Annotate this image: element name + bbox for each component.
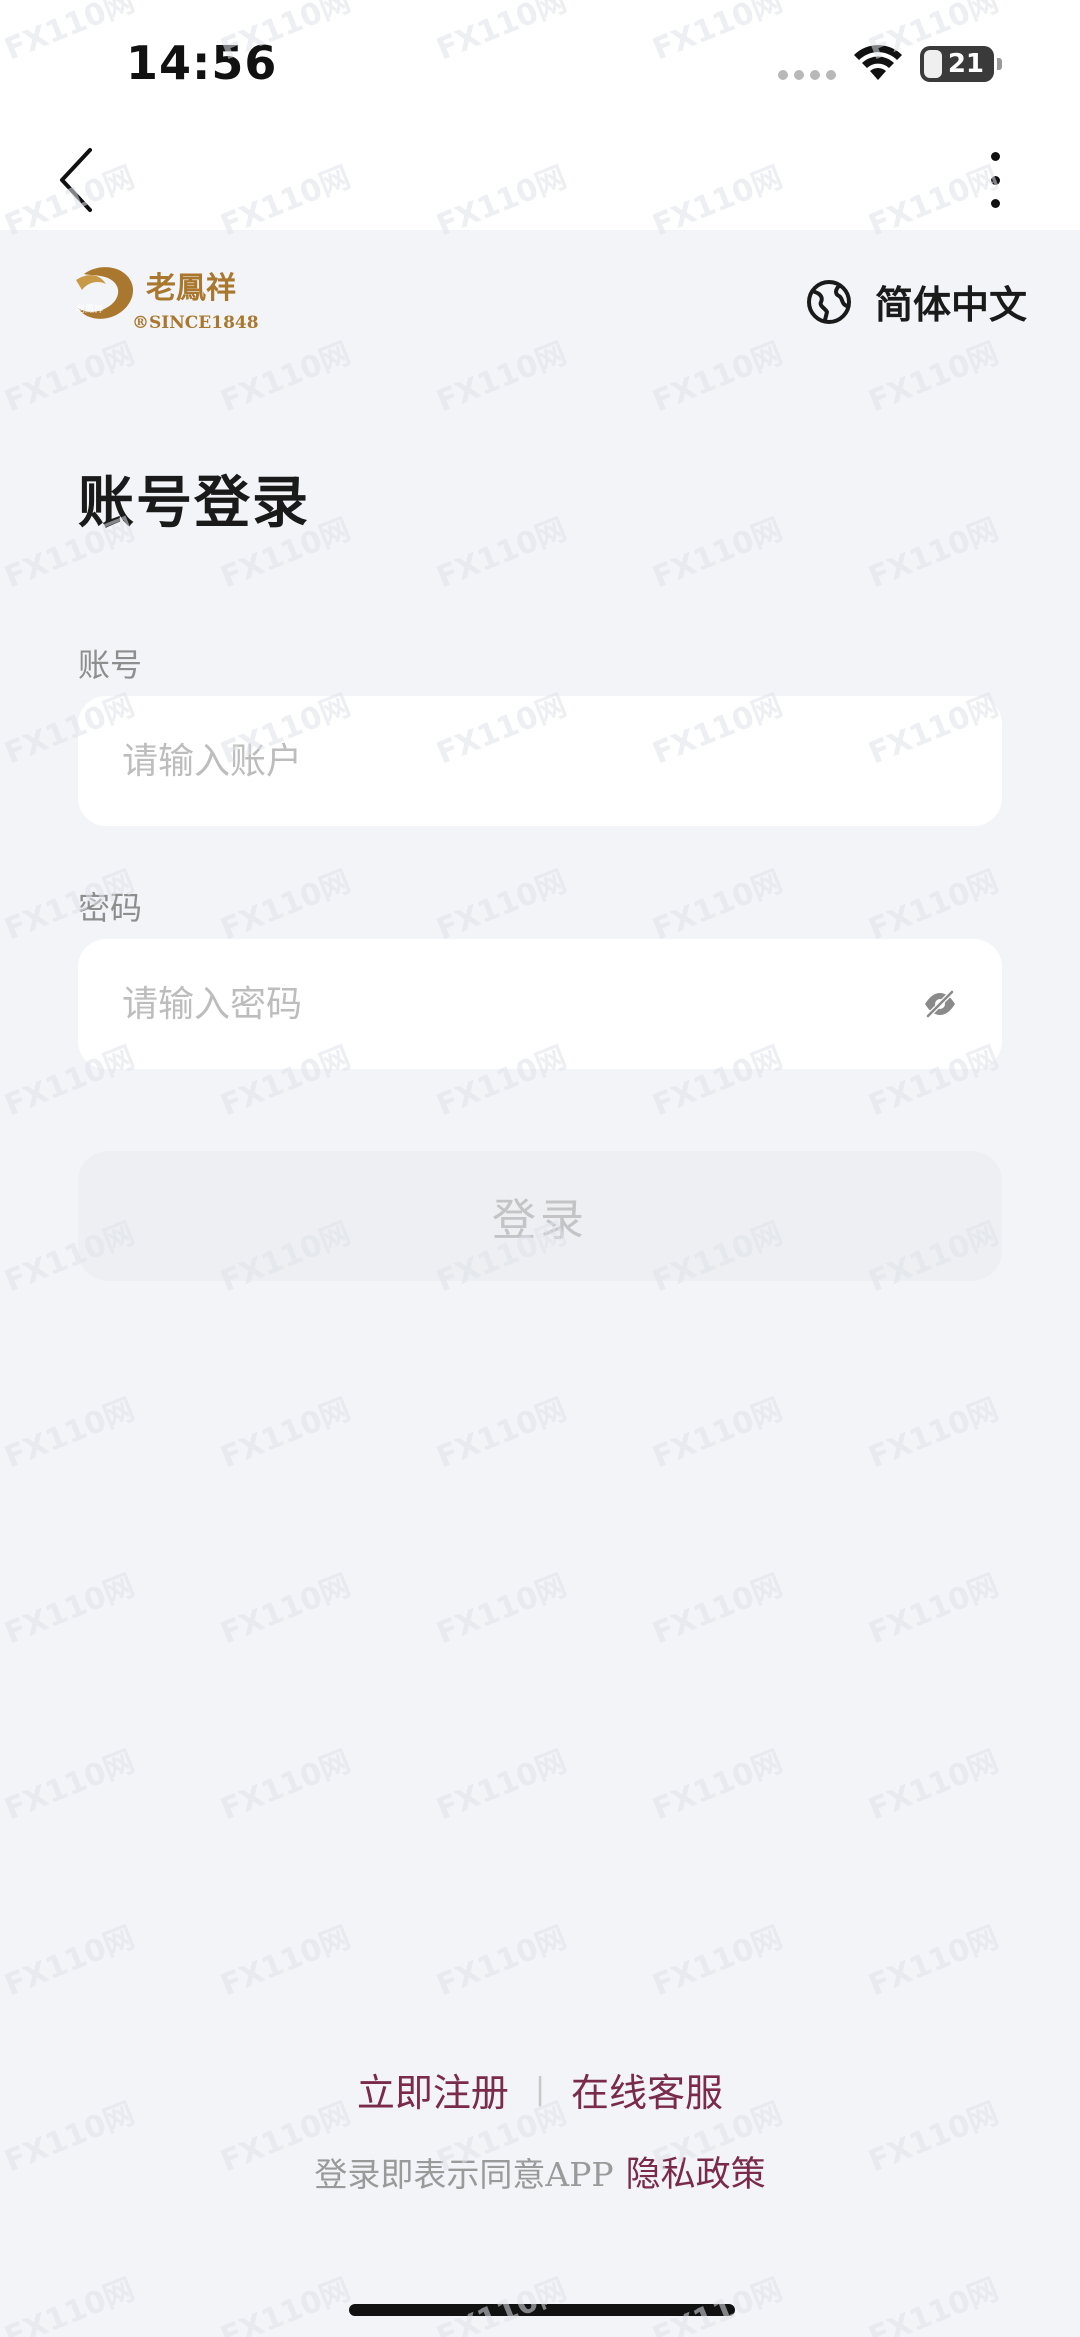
brand-logo: 老鳳祥 老鳳祥 ®SINCE1848 [76, 267, 259, 333]
logo-since-text: ®SINCE1848 [132, 313, 259, 333]
more-options-button[interactable] [975, 144, 1015, 216]
watermark-text: FX110网 [216, 2272, 355, 2337]
watermark-text: FX110网 [216, 336, 355, 419]
password-input[interactable] [122, 939, 902, 1069]
watermark-text: FX110网 [432, 864, 571, 947]
account-label: 账号 [78, 646, 143, 684]
watermark-text: FX110网 [648, 1920, 787, 2003]
password-field-container [78, 939, 1002, 1069]
watermark-text: FX110网 [864, 1920, 1003, 2003]
page-title: 账号登录 [78, 471, 310, 536]
customer-service-link[interactable]: 在线客服 [571, 2062, 723, 2117]
watermark-text: FX110网 [216, 1568, 355, 1651]
watermark-text: FX110网 [648, 864, 787, 947]
logo-stamp-text: 老鳳祥 [76, 303, 103, 315]
privacy-policy-link[interactable]: 隐私政策 [626, 2146, 766, 2197]
watermark-text: FX110网 [432, 1568, 571, 1651]
eye-off-icon[interactable] [922, 986, 958, 1022]
watermark-text: FX110网 [0, 1744, 139, 1827]
watermark-text: FX110网 [864, 2272, 1003, 2337]
watermark-text: FX110网 [216, 1744, 355, 1827]
password-label: 密码 [78, 889, 143, 927]
login-button[interactable]: 登录 [78, 1151, 1002, 1281]
agreement-text: 登录即表示同意APP [314, 2154, 614, 2194]
login-button-label: 登录 [492, 1196, 588, 1245]
watermark-text: FX110网 [0, 336, 139, 419]
footer-links: 立即注册 | 在线客服 [0, 2062, 1080, 2117]
watermark-text: FX110网 [0, 1392, 139, 1475]
watermark-text: FX110网 [216, 1920, 355, 2003]
watermark-text: FX110网 [0, 1920, 139, 2003]
watermark-text: FX110网 [648, 512, 787, 595]
cellular-signal-icon [778, 70, 836, 80]
language-selector[interactable]: 简体中文 [805, 274, 1027, 329]
globe-icon [807, 279, 851, 324]
watermark-text: FX110网 [864, 1744, 1003, 1827]
battery-icon: 21 [920, 46, 1002, 82]
status-bar: 14:56 21 [0, 0, 1080, 130]
watermark-text: FX110网 [0, 2272, 139, 2337]
footer-separator: | [534, 2072, 546, 2107]
watermark-text: FX110网 [648, 1568, 787, 1651]
status-time: 14:56 [126, 36, 278, 90]
language-label: 简体中文 [875, 283, 1028, 327]
watermark-text: FX110网 [432, 1392, 571, 1475]
watermark-text: FX110网 [216, 864, 355, 947]
account-field-container [78, 696, 1002, 826]
watermark-text: FX110网 [432, 1920, 571, 2003]
watermark-text: FX110网 [864, 1392, 1003, 1475]
more-vertical-icon [990, 152, 1000, 161]
watermark-text: FX110网 [648, 336, 787, 419]
wifi-icon [854, 45, 902, 80]
nav-bar [0, 130, 1080, 230]
watermark-text: FX110网 [864, 1568, 1003, 1651]
watermark-text: FX110网 [0, 1568, 139, 1651]
watermark-text: FX110网 [864, 864, 1003, 947]
register-link[interactable]: 立即注册 [357, 2062, 509, 2117]
watermark-text: FX110网 [432, 1744, 571, 1827]
back-button[interactable] [56, 144, 100, 216]
agreement-notice: 登录即表示同意APP 隐私政策 [0, 2146, 1080, 2197]
watermark-text: FX110网 [216, 1392, 355, 1475]
watermark-text: FX110网 [864, 512, 1003, 595]
watermark-text: FX110网 [648, 1392, 787, 1475]
watermark-text: FX110网 [864, 336, 1003, 419]
watermark-text: FX110网 [432, 512, 571, 595]
login-page: 14:56 21 老鳳祥 老鳳祥 ®SINCE1848 简体中文 账号登录 账号… [0, 0, 1080, 2337]
account-input[interactable] [122, 696, 902, 826]
watermark-text: FX110网 [648, 1744, 787, 1827]
battery-level: 21 [947, 49, 984, 79]
watermark-text: FX110网 [432, 336, 571, 419]
logo-brand-text: 老鳳祥 [146, 271, 236, 306]
home-indicator [349, 2304, 735, 2316]
